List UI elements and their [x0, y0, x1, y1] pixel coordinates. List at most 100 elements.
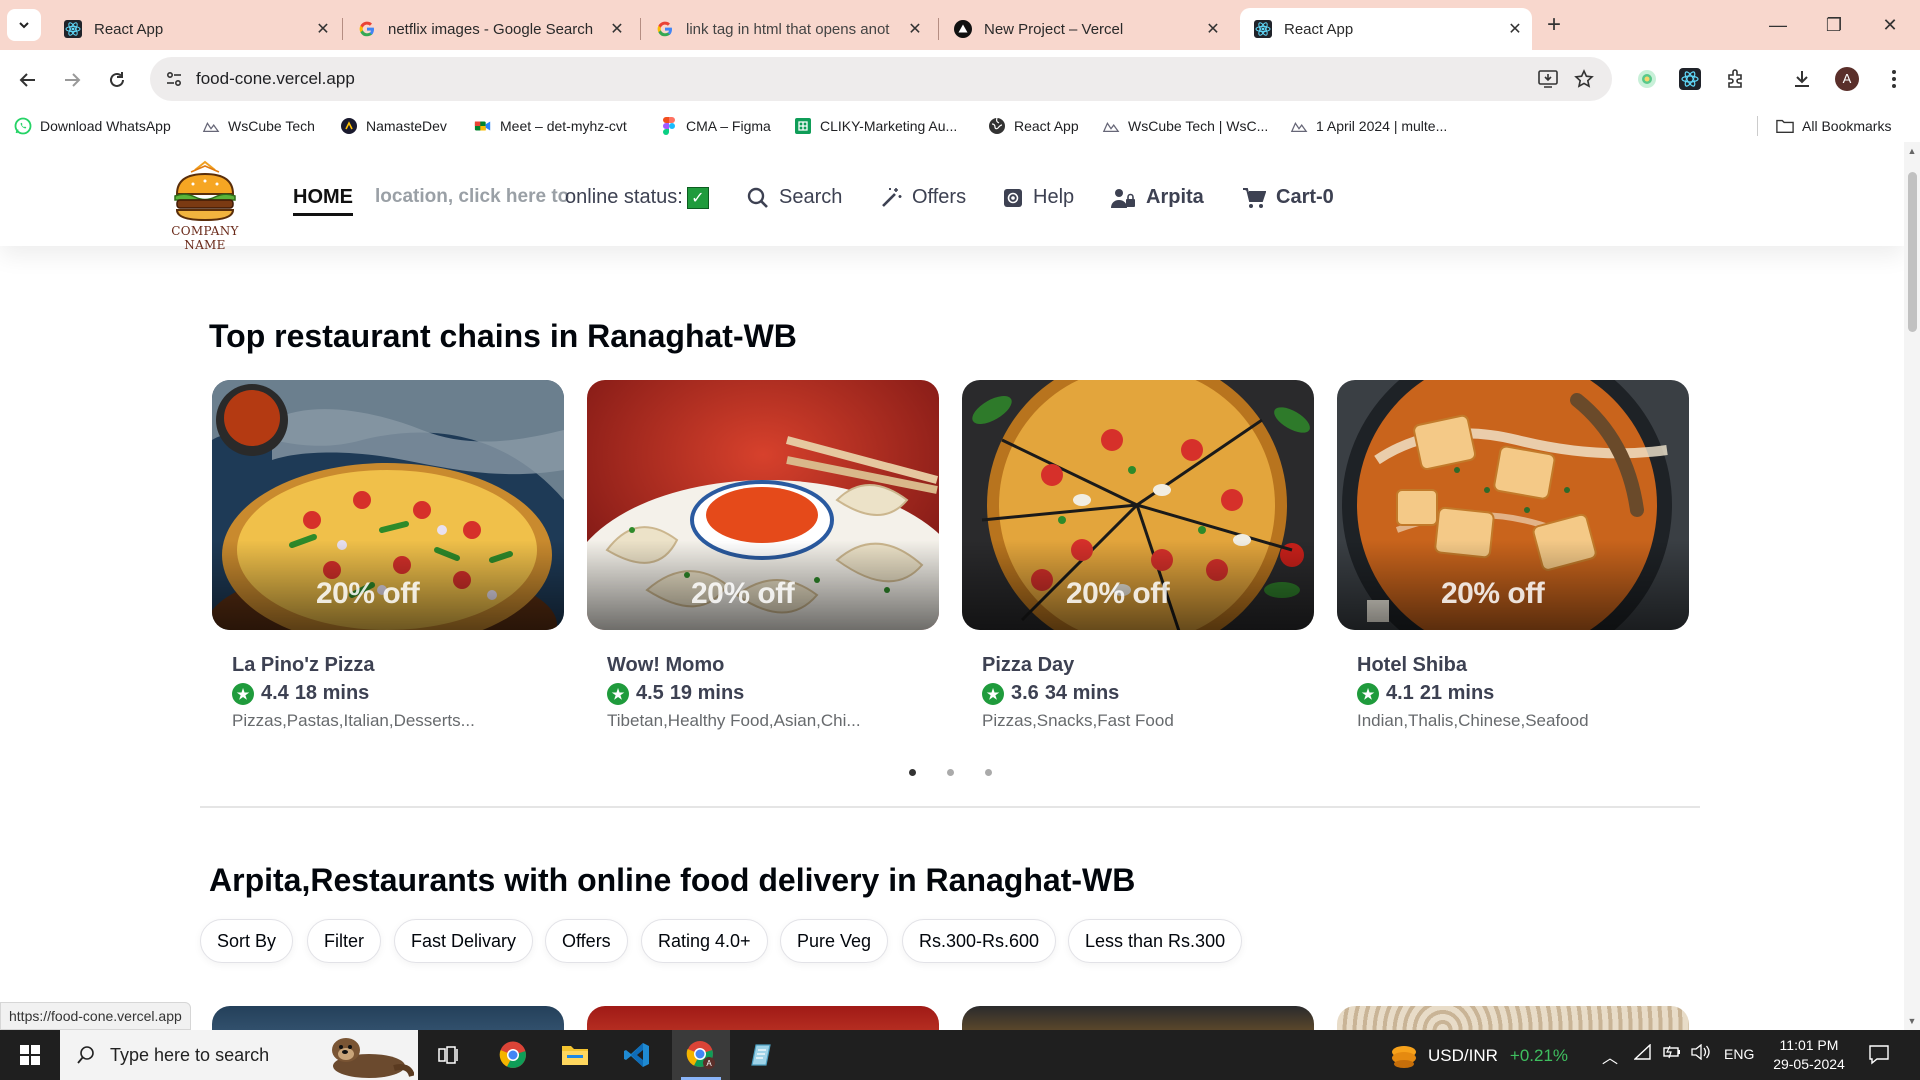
bookmark-item[interactable]: WsCube Tech | WsC...	[1102, 114, 1268, 138]
bookmarks-bar: Download WhatsApp WsCube Tech NamasteDev…	[0, 108, 1920, 142]
taskbar-app[interactable]	[734, 1030, 792, 1080]
close-icon[interactable]: ✕	[1498, 19, 1532, 39]
cart-icon	[1243, 187, 1266, 208]
cuisines: Indian,Thalis,Chinese,Seafood	[1357, 711, 1589, 730]
forward-button[interactable]	[56, 64, 88, 96]
bookmark-label: All Bookmarks	[1802, 118, 1892, 134]
carousel-dot[interactable]	[947, 769, 954, 776]
address-bar[interactable]: food-cone.vercel.app	[150, 57, 1612, 101]
browser-tab[interactable]: netflix images - Google Search ✕	[344, 8, 634, 50]
wscube-icon	[1102, 117, 1120, 135]
restore-button[interactable]: ❐	[1806, 10, 1862, 40]
restaurant-card[interactable]: 20% off Hotel Shiba ★ 4.1 21 mins Indian…	[1337, 380, 1689, 730]
browser-tab[interactable]: link tag in html that opens anot ✕	[642, 8, 932, 50]
back-button[interactable]	[12, 64, 44, 96]
page-viewport: COMPANY NAME HOME location, click here t…	[0, 142, 1904, 1030]
nav-offers[interactable]: Offers	[880, 186, 966, 209]
extension-icon[interactable]	[1631, 63, 1663, 95]
minimize-button[interactable]: —	[1750, 10, 1806, 40]
tab-title: React App	[94, 20, 164, 38]
delivery-time: 18 mins	[294, 682, 370, 704]
location-selector[interactable]: location, click here to	[375, 186, 569, 208]
star-icon[interactable]	[1568, 63, 1600, 95]
filter-chip-rating[interactable]: Rating 4.0+	[641, 919, 768, 963]
react-devtools-icon[interactable]	[1674, 63, 1706, 95]
close-icon[interactable]: ✕	[600, 19, 634, 39]
puzzle-icon[interactable]	[1720, 63, 1752, 95]
bookmark-item[interactable]: React App	[988, 114, 1079, 138]
rating-row: ★ 4.4 18 mins	[232, 682, 369, 705]
restaurant-card[interactable]: 20% off Wow! Momo ★ 4.5 19 mins Tibetan,…	[587, 380, 939, 730]
restaurant-card-peek[interactable]	[962, 1006, 1314, 1030]
taskbar-vscode[interactable]	[608, 1030, 666, 1080]
chevron-up-icon[interactable]: ︿	[1602, 1044, 1618, 1068]
delivery-time: 21 mins	[1419, 682, 1495, 704]
bookmark-item[interactable]: WsCube Tech	[202, 114, 315, 138]
filter-chip-fast-delivery[interactable]: Fast Delivary	[394, 919, 534, 963]
nav-help[interactable]: Help	[1003, 186, 1074, 209]
download-icon[interactable]	[1786, 63, 1818, 95]
taskbar-chrome[interactable]	[484, 1030, 542, 1080]
scroll-down-icon[interactable]: ▼	[1907, 1016, 1917, 1026]
all-bookmarks-button[interactable]: All Bookmarks	[1776, 114, 1891, 138]
bookmark-item[interactable]: 1 April 2024 | multe...	[1290, 114, 1447, 138]
browser-tab-active[interactable]: React App ✕	[1240, 8, 1532, 50]
task-view-button[interactable]	[420, 1030, 478, 1080]
close-icon[interactable]: ✕	[306, 19, 340, 39]
wscube-icon	[1290, 117, 1308, 135]
chip-label: Rating 4.0+	[658, 930, 751, 951]
nav-cart[interactable]: Cart-0	[1242, 186, 1334, 209]
restaurant-card[interactable]: 20% off La Pino'z Pizza ★ 4.4 18 mins Pi…	[212, 380, 564, 730]
close-window-button[interactable]: ✕	[1862, 10, 1918, 40]
page-scrollbar[interactable]: ▲ ▼	[1904, 142, 1920, 1030]
taskbar-file-explorer[interactable]	[546, 1030, 604, 1080]
logo[interactable]: COMPANY NAME	[150, 160, 260, 252]
taskbar-chrome-profile[interactable]: A	[672, 1030, 730, 1080]
carousel-dot-active[interactable]	[909, 769, 916, 776]
bookmark-item[interactable]: CMA – Figma	[660, 114, 771, 138]
restaurant-card-peek[interactable]	[587, 1006, 939, 1030]
new-tab-button[interactable]: +	[1540, 12, 1568, 40]
nav-user[interactable]: Arpita	[1110, 186, 1204, 209]
carousel-dot[interactable]	[985, 769, 992, 776]
scroll-up-icon[interactable]: ▲	[1907, 146, 1917, 156]
browser-tab[interactable]: New Project – Vercel ✕	[940, 8, 1230, 50]
install-app-icon[interactable]	[1532, 63, 1564, 95]
start-button[interactable]	[0, 1030, 60, 1080]
profile-avatar[interactable]: A	[1831, 63, 1863, 95]
reload-icon	[110, 72, 124, 87]
network-icon[interactable]	[1633, 1043, 1652, 1065]
close-icon[interactable]: ✕	[898, 19, 932, 39]
scrollbar-thumb[interactable]	[1908, 172, 1917, 332]
bookmark-label: CLIKY-Marketing Au...	[820, 118, 958, 134]
bookmark-item[interactable]: NamasteDev	[340, 114, 447, 138]
filter-chip-pure-veg[interactable]: Pure Veg	[780, 919, 889, 963]
filter-chip-price-300-600[interactable]: Rs.300-Rs.600	[902, 919, 1057, 963]
close-icon[interactable]: ✕	[1196, 19, 1230, 39]
browser-tab[interactable]: React App ✕	[50, 8, 340, 50]
restaurant-card-peek[interactable]	[212, 1006, 564, 1030]
restaurant-card[interactable]: 20% off Pizza Day ★ 3.6 34 mins Pizzas,S…	[962, 380, 1314, 730]
filter-chip-filter[interactable]: Filter	[307, 919, 381, 963]
bookmark-item[interactable]: Download WhatsApp	[14, 114, 171, 138]
reload-button[interactable]	[101, 64, 133, 96]
filter-chip-price-under-300[interactable]: Less than Rs.300	[1068, 919, 1243, 963]
star-icon: ★	[982, 682, 1004, 705]
menu-icon[interactable]	[1878, 63, 1910, 95]
taskbar-search[interactable]: Type here to search	[60, 1030, 418, 1080]
filter-chip-sort[interactable]: Sort By	[200, 919, 294, 963]
language-indicator[interactable]: ENG	[1724, 1046, 1754, 1062]
site-settings-icon[interactable]	[160, 65, 188, 93]
bookmark-item[interactable]: CLIKY-Marketing Au...	[794, 114, 957, 138]
system-clock[interactable]: 11:01 PM 29-05-2024	[1764, 1036, 1854, 1074]
bookmark-item[interactable]: Meet – det-myhz-cvt	[474, 114, 627, 138]
tab-search-button[interactable]	[7, 9, 41, 41]
notification-icon[interactable]	[1868, 1043, 1890, 1070]
battery-icon[interactable]	[1662, 1044, 1682, 1065]
nav-home[interactable]: HOME	[293, 186, 353, 216]
filter-chip-offers[interactable]: Offers	[545, 919, 628, 963]
volume-icon[interactable]	[1690, 1043, 1710, 1065]
restaurant-card-peek[interactable]	[1337, 1006, 1689, 1030]
stock-ticker-widget[interactable]: USD/INR +0.21%	[1390, 1042, 1568, 1070]
nav-search[interactable]: Search	[747, 186, 842, 209]
